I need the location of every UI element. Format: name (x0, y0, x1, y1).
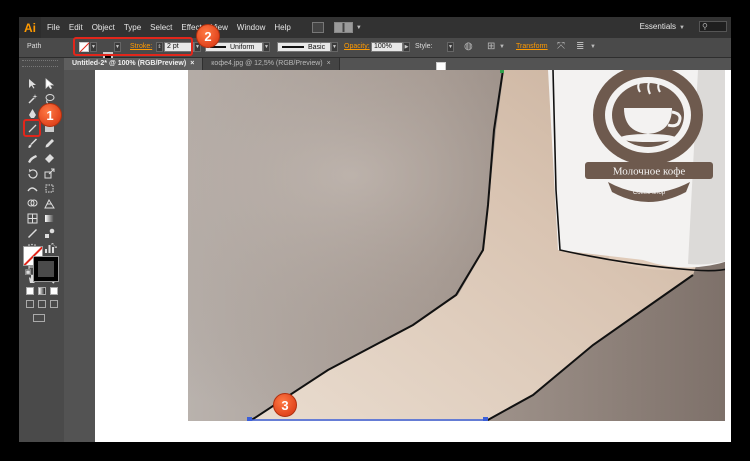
width-tool-icon[interactable] (26, 182, 38, 194)
eyedropper-tool-icon[interactable] (26, 227, 38, 239)
pen-tool-icon[interactable] (26, 107, 38, 119)
opacity-panel-link[interactable]: Opacity: (344, 43, 370, 50)
profile-dropdown-icon[interactable]: ▼ (263, 42, 270, 52)
menu-edit[interactable]: Edit (69, 23, 83, 32)
profile-value: Uniform (230, 43, 255, 51)
document-tabs: Untitled-2* @ 100% (RGB/Preview) × кофе4.… (64, 58, 340, 70)
arrange-documents-icon[interactable] (333, 22, 353, 33)
artboard-edge (725, 70, 731, 442)
color-mode-icon[interactable] (26, 287, 34, 295)
chevron-down-icon[interactable]: ▼ (356, 25, 362, 31)
cup-subtitle-text: Coffee shop (633, 190, 666, 196)
transform-panel-link[interactable]: Transform (516, 43, 548, 50)
panel-menu-icon[interactable]: ≣ (576, 41, 584, 52)
draw-inside-icon[interactable] (50, 300, 58, 308)
shape-builder-tool-icon[interactable] (26, 197, 38, 209)
menu-object[interactable]: Object (92, 23, 115, 32)
gradient-tool-icon[interactable] (43, 212, 55, 224)
stroke-black-swatch[interactable] (33, 256, 59, 282)
callout-2: 2 (196, 24, 220, 48)
draw-normal-icon[interactable] (26, 300, 34, 308)
style-label: Style: (415, 43, 433, 50)
menu-file[interactable]: File (47, 23, 60, 32)
workspace-label: Essentials (639, 22, 677, 31)
close-icon[interactable]: × (190, 60, 194, 67)
rotate-tool-icon[interactable] (26, 167, 38, 179)
perspective-grid-tool-icon[interactable] (43, 197, 55, 209)
menu-help[interactable]: Help (274, 23, 290, 32)
photo-artwork: Молочное кофе Coffee shop (188, 70, 731, 421)
workspace-switcher[interactable]: Essentials ▼ (640, 22, 685, 31)
none-mode-icon[interactable] (50, 287, 58, 295)
stroke-settings-highlight (73, 37, 193, 56)
draw-behind-icon[interactable] (38, 300, 46, 308)
control-panel: Path ▼ ▼ Stroke: ⇕ 2 pt ▼ Uniform ▼ Basi… (19, 37, 731, 72)
chevron-down-icon: ▼ (679, 25, 685, 31)
opacity-dropdown-icon[interactable]: ▶ (403, 42, 410, 52)
menu-select[interactable]: Select (150, 23, 172, 32)
selection-tool-icon[interactable] (26, 77, 38, 89)
menu-type[interactable]: Type (124, 23, 141, 32)
mesh-tool-icon[interactable] (26, 212, 38, 224)
tab-coffee-image[interactable]: кофе4.jpg @ 12,5% (RGB/Preview) × (203, 58, 340, 70)
tab-untitled-2[interactable]: Untitled-2* @ 100% (RGB/Preview) × (64, 58, 204, 70)
default-colors-icon[interactable]: ▣ (22, 266, 34, 278)
opacity-input[interactable]: 100% (371, 42, 403, 52)
bridge-icon[interactable] (311, 22, 324, 33)
direct-selection-tool-icon[interactable] (43, 77, 55, 89)
scale-tool-icon[interactable] (43, 167, 55, 179)
screen-mode-icon[interactable] (33, 314, 45, 322)
isolate-object-icon[interactable]: ⤧ (557, 41, 565, 52)
app-logo: Ai (19, 17, 41, 38)
eraser-tool-icon[interactable] (43, 152, 55, 164)
chevron-down-icon[interactable]: ▼ (590, 44, 596, 50)
selection-type-label: Path (27, 43, 42, 50)
swap-colors-icon[interactable]: ⤡ (48, 241, 60, 253)
placed-photo[interactable]: Молочное кофе Coffee shop (188, 70, 731, 421)
style-dropdown-icon[interactable]: ▼ (447, 42, 454, 52)
blend-tool-icon[interactable] (43, 227, 55, 239)
blob-brush-tool-icon[interactable] (26, 152, 38, 164)
search-input[interactable]: ⚲ (699, 21, 727, 32)
magic-wand-tool-icon[interactable] (26, 92, 38, 104)
callout-3: 3 (273, 393, 297, 417)
close-icon[interactable]: × (327, 60, 331, 67)
illustrator-window: Ai File Edit Object Type Select Effect V… (19, 17, 731, 442)
free-transform-tool-icon[interactable] (43, 182, 55, 194)
brush-definition[interactable]: Basic (277, 42, 331, 52)
paintbrush-tool-icon[interactable] (26, 137, 38, 149)
brush-value: Basic (308, 43, 326, 51)
brush-dropdown-icon[interactable]: ▼ (331, 42, 338, 52)
cup-brand-text: Молочное кофе (613, 166, 686, 178)
line-tool-highlight (23, 119, 41, 137)
callout-1: 1 (38, 103, 62, 127)
gradient-mode-icon[interactable] (38, 287, 46, 295)
menu-bar: Ai File Edit Object Type Select Effect V… (19, 17, 731, 38)
menu-window[interactable]: Window (237, 23, 265, 32)
align-icon[interactable]: ⊞ (487, 41, 495, 52)
chevron-down-icon[interactable]: ▼ (499, 44, 505, 50)
panel-grip[interactable] (22, 60, 58, 67)
tab-label: Untitled-2* @ 100% (RGB/Preview) (72, 60, 187, 67)
pencil-tool-icon[interactable] (43, 137, 55, 149)
brush-line-icon (282, 46, 304, 48)
tab-label: кофе4.jpg @ 12,5% (RGB/Preview) (211, 60, 323, 67)
recolor-artwork-icon[interactable]: ◍ (464, 41, 473, 52)
